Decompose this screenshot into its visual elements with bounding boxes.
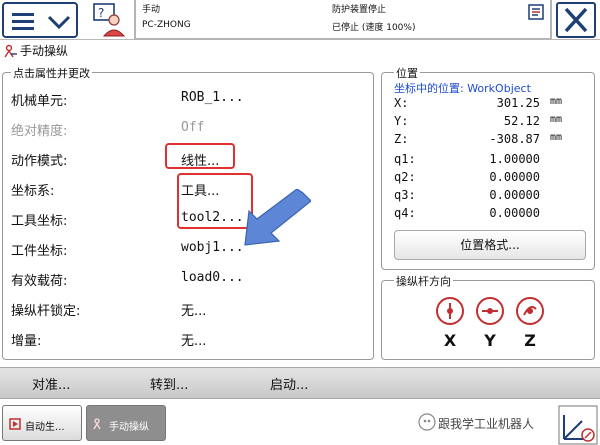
taskbar-item-label: 手动操纵 bbox=[109, 422, 149, 433]
property-label: 机械单元: bbox=[11, 94, 68, 109]
properties-legend: 点击属性并更改 bbox=[11, 65, 92, 81]
jog-axis-y: Y bbox=[470, 297, 510, 357]
position-value: 1.00000 bbox=[489, 152, 540, 166]
property-label: 工具坐标: bbox=[11, 214, 68, 229]
position-row: Z: -308.87 mm bbox=[382, 131, 596, 149]
task-bar: 自动生... 手动操纵 跟我学工业机器人 bbox=[0, 403, 600, 445]
goto-button[interactable]: 转到... bbox=[150, 374, 188, 393]
property-label: 工件坐标: bbox=[11, 244, 68, 259]
user-icon[interactable]: ? bbox=[92, 2, 128, 38]
jog-axis-label: Z bbox=[524, 331, 536, 350]
position-unit: mm bbox=[550, 132, 563, 143]
taskbar-item-jogging[interactable]: 手动操纵 bbox=[86, 405, 166, 441]
watermark-text: 跟我学工业机器人 bbox=[438, 417, 535, 431]
taskbar-item-label: 自动生... bbox=[25, 422, 65, 433]
property-row-payload[interactable]: 有效载荷: load0... bbox=[3, 267, 375, 291]
position-value: 301.25 bbox=[496, 96, 540, 110]
property-label: 绝对精度: bbox=[11, 124, 68, 139]
position-row: q4: 0.00000 bbox=[382, 205, 596, 223]
wechat-logo-icon bbox=[418, 413, 436, 431]
position-legend: 位置 bbox=[394, 65, 420, 81]
property-label: 动作模式: bbox=[11, 154, 68, 169]
hamburger-menu-icon bbox=[12, 13, 34, 30]
page-title: 手动操纵 bbox=[20, 44, 69, 58]
taskbar-item-auto[interactable]: 自动生... bbox=[2, 405, 82, 441]
position-name: X: bbox=[394, 96, 409, 110]
joystick-z-icon bbox=[516, 297, 544, 325]
position-unit: mm bbox=[550, 96, 563, 107]
position-value: 0.00000 bbox=[489, 170, 540, 184]
position-name: q3: bbox=[394, 188, 416, 202]
properties-panel: 点击属性并更改 机械单元: ROB_1... 绝对精度: Off 动作模式: 线… bbox=[2, 65, 375, 360]
property-row-mechanical-unit[interactable]: 机械单元: ROB_1... bbox=[3, 87, 375, 111]
status-mode: 手动 bbox=[142, 5, 161, 15]
quickset-menu-icon[interactable] bbox=[558, 405, 598, 445]
position-value: -308.87 bbox=[489, 132, 540, 146]
jog-axis-label: Y bbox=[484, 331, 496, 350]
position-row: q2: 0.00000 bbox=[382, 169, 596, 187]
position-subtitle: 坐标中的位置: WorkObject bbox=[394, 82, 531, 95]
page-header: 手动操纵 bbox=[0, 40, 600, 62]
main-menu-button[interactable] bbox=[2, 2, 78, 38]
position-name: Y: bbox=[394, 114, 409, 128]
property-value[interactable]: wobj1... bbox=[181, 240, 244, 255]
robot-jog-icon bbox=[4, 44, 17, 58]
position-row: q3: 0.00000 bbox=[382, 187, 596, 205]
position-name: q4: bbox=[394, 206, 416, 220]
property-label: 有效载荷: bbox=[11, 274, 68, 289]
property-row-increment[interactable]: 增量: 无... bbox=[3, 327, 375, 351]
start-button[interactable]: 启动... bbox=[270, 374, 308, 393]
property-row-workobject[interactable]: 工件坐标: wobj1... bbox=[3, 237, 375, 261]
position-value: 52.12 bbox=[503, 114, 540, 128]
position-name: q2: bbox=[394, 170, 416, 184]
chevron-down-icon bbox=[47, 15, 71, 30]
auto-production-icon bbox=[9, 418, 21, 430]
event-log-icon[interactable] bbox=[528, 4, 544, 20]
jog-axis-z: Z bbox=[510, 297, 550, 357]
property-value[interactable]: load0... bbox=[181, 270, 244, 285]
position-value: 0.00000 bbox=[489, 188, 540, 202]
joystick-x-icon bbox=[436, 297, 464, 325]
pointer-arrow-icon bbox=[244, 189, 311, 246]
jog-axis-x: X bbox=[430, 297, 470, 357]
property-row-absolute-accuracy: 绝对精度: Off bbox=[3, 117, 375, 141]
position-name: Z: bbox=[394, 132, 409, 146]
property-value[interactable]: ROB_1... bbox=[181, 90, 244, 105]
property-value[interactable]: 无... bbox=[181, 300, 206, 319]
status-panel: 手动 PC-ZHONG 防护装置停止 已停止 (速度 100%) bbox=[134, 0, 552, 40]
close-button[interactable] bbox=[556, 2, 596, 38]
top-bar: ? 手动 PC-ZHONG 防护装置停止 已停止 (速度 100%) bbox=[0, 0, 600, 40]
property-value: Off bbox=[181, 120, 205, 135]
property-label: 增量: bbox=[11, 334, 42, 349]
svg-text:?: ? bbox=[98, 6, 104, 20]
robot-jog-icon bbox=[93, 418, 101, 430]
position-row: q1: 1.00000 bbox=[382, 151, 596, 169]
jog-direction-legend: 操纵杆方向 bbox=[394, 273, 453, 289]
motion-mode-highlight bbox=[165, 143, 235, 169]
position-row: Y: 52.12 mm bbox=[382, 113, 596, 131]
property-label: 操纵杆锁定: bbox=[11, 304, 81, 319]
position-row: X: 301.25 mm bbox=[382, 95, 596, 113]
property-row-joystick-lock[interactable]: 操纵杆锁定: 无... bbox=[3, 297, 375, 321]
status-guard: 防护装置停止 bbox=[332, 5, 387, 15]
close-icon bbox=[564, 7, 588, 33]
position-format-button[interactable]: 位置格式... bbox=[394, 230, 586, 260]
jog-axis-label: X bbox=[443, 331, 457, 350]
jog-direction-panel: 操纵杆方向 X Y Z bbox=[381, 273, 595, 360]
position-value: 0.00000 bbox=[489, 206, 540, 220]
position-name: q1: bbox=[394, 152, 416, 166]
status-state: 已停止 (速度 100%) bbox=[332, 23, 416, 33]
position-unit: mm bbox=[550, 114, 563, 125]
command-bar: 对准... 转到... 启动... bbox=[0, 367, 600, 399]
property-label: 坐标系: bbox=[11, 184, 55, 199]
property-value[interactable]: 无... bbox=[181, 330, 206, 349]
align-button[interactable]: 对准... bbox=[32, 374, 70, 393]
status-system-name: PC-ZHONG bbox=[142, 20, 191, 30]
joystick-y-icon bbox=[476, 297, 504, 325]
position-panel: 位置 坐标中的位置: WorkObject X: 301.25 mm Y: 52… bbox=[381, 65, 596, 270]
